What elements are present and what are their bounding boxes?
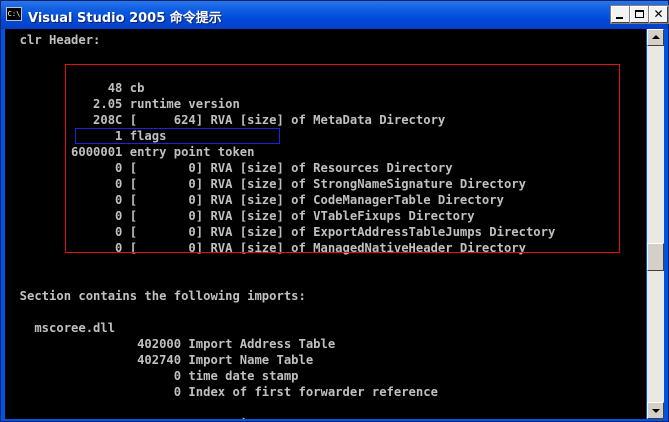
console-line: 0 Index of first forwarder reference [5, 385, 438, 399]
window-title: Visual Studio 2005 命令提示 [28, 11, 222, 26]
arrow-up-icon [652, 35, 660, 39]
console-line: 0 time date stamp [5, 369, 299, 383]
arrow-down-icon [652, 409, 660, 413]
console-output[interactable]: clr Header: 48 cb 2.05 runtime version 2… [5, 29, 646, 419]
vertical-scrollbar[interactable] [647, 29, 664, 419]
entry-point-highlight-box [75, 128, 280, 144]
close-button[interactable]: ✕ [648, 5, 669, 24]
scrollbar-thumb[interactable] [647, 242, 664, 271]
console-line: 402740 Import Name Table [5, 353, 314, 367]
console-window: C:\ Visual Studio 2005 命令提示 ✕ clr Header… [0, 0, 669, 422]
minimize-icon [616, 17, 623, 19]
console-line: 402000 Import Address Table [5, 337, 336, 351]
console-line: Section contains the following imports: [5, 289, 306, 303]
console-app-icon[interactable]: C:\ [6, 7, 22, 21]
console-line: mscoree.dll [5, 321, 116, 335]
scroll-down-button[interactable] [647, 402, 664, 419]
clr-header-highlight-box [65, 64, 620, 253]
title-bar[interactable]: C:\ Visual Studio 2005 命令提示 ✕ [1, 1, 669, 29]
console-line: 0 _CorExeMain [5, 416, 254, 419]
scroll-up-button[interactable] [647, 29, 664, 46]
maximize-button[interactable] [629, 5, 650, 24]
close-icon: ✕ [653, 7, 664, 21]
maximize-icon [635, 10, 644, 18]
console-line: clr Header: [5, 33, 101, 47]
minimize-button[interactable] [610, 5, 631, 24]
